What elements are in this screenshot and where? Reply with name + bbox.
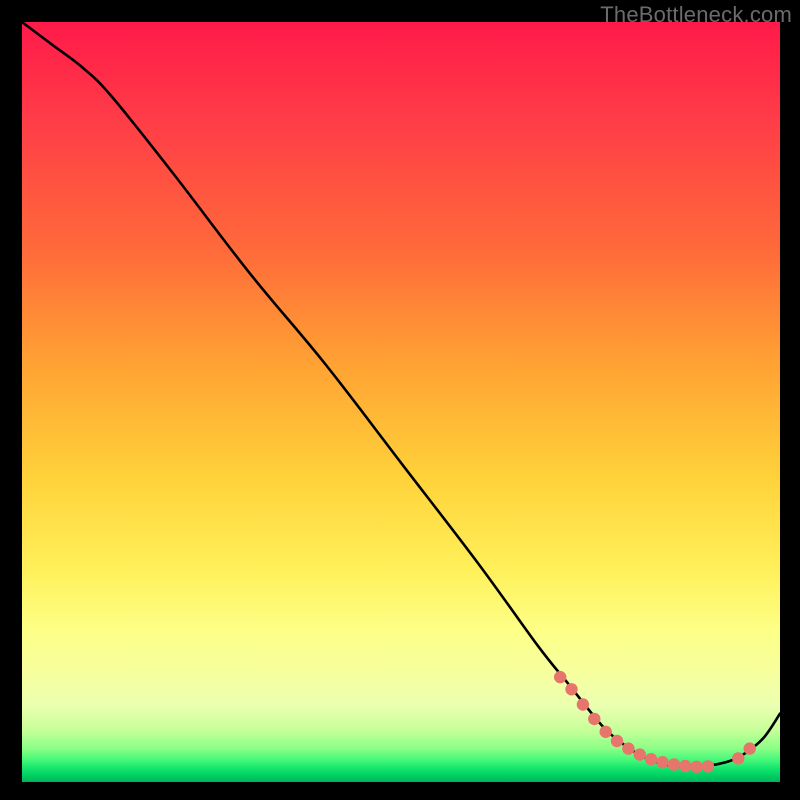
highlight-dot xyxy=(679,760,691,772)
highlight-dot xyxy=(554,671,566,683)
highlight-dot xyxy=(645,753,657,765)
highlight-dot xyxy=(577,698,589,710)
plot-area xyxy=(22,22,780,782)
highlight-dot xyxy=(622,742,634,754)
highlight-dot xyxy=(611,735,623,747)
highlight-dot xyxy=(732,752,744,764)
bottleneck-curve xyxy=(22,22,780,767)
highlight-dot xyxy=(690,761,702,773)
highlight-dot xyxy=(588,713,600,725)
chart-stage: TheBottleneck.com xyxy=(0,0,800,800)
highlight-dot xyxy=(565,683,577,695)
highlight-dot xyxy=(600,726,612,738)
highlight-dot xyxy=(702,760,714,772)
highlight-dot xyxy=(744,742,756,754)
highlight-dots-group xyxy=(554,671,756,773)
chart-overlay xyxy=(22,22,780,782)
watermark-label: TheBottleneck.com xyxy=(600,2,792,28)
highlight-dot xyxy=(634,748,646,760)
highlight-dot xyxy=(668,758,680,770)
highlight-dot xyxy=(656,756,668,768)
